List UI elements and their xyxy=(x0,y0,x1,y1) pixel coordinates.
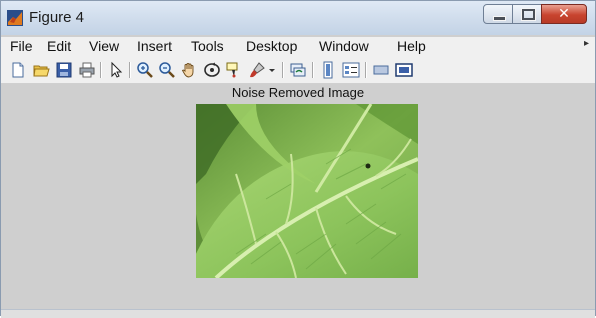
window-title: Figure 4 xyxy=(29,9,85,26)
hide-plot-tools-icon[interactable] xyxy=(372,61,390,79)
open-file-icon[interactable] xyxy=(32,61,50,79)
edit-plot-arrow-icon[interactable] xyxy=(107,61,125,79)
matlab-logo-icon xyxy=(7,10,23,26)
new-figure-icon[interactable] xyxy=(9,61,27,79)
minimize-icon xyxy=(493,16,506,21)
brush-icon[interactable] xyxy=(248,61,266,79)
menu-tools[interactable]: Tools xyxy=(191,38,224,54)
menu-view[interactable]: View xyxy=(89,38,119,54)
figure-toolbar xyxy=(1,57,595,84)
colorbar-icon[interactable] xyxy=(319,61,337,79)
toolbar-separator xyxy=(282,62,283,78)
save-icon[interactable] xyxy=(55,61,73,79)
close-button[interactable]: ✕ xyxy=(541,4,587,24)
menu-window[interactable]: Window xyxy=(319,38,369,54)
axes-title: Noise Removed Image xyxy=(231,85,365,100)
menu-desktop[interactable]: Desktop xyxy=(246,38,297,54)
rotate-3d-icon[interactable] xyxy=(203,61,221,79)
minimize-button[interactable] xyxy=(483,4,513,24)
print-icon[interactable] xyxy=(78,61,96,79)
menu-help[interactable]: Help xyxy=(397,38,426,54)
toolbar-separator xyxy=(365,62,366,78)
legend-icon[interactable] xyxy=(342,61,360,79)
toolbar-separator xyxy=(129,62,130,78)
menu-insert[interactable]: Insert xyxy=(137,38,172,54)
show-plot-tools-icon[interactable] xyxy=(395,61,413,79)
toolbar-separator xyxy=(312,62,313,78)
menu-bar: File Edit View Insert Tools Desktop Wind… xyxy=(1,37,595,57)
zoom-in-icon[interactable] xyxy=(136,61,154,79)
window-controls: ✕ xyxy=(483,4,587,26)
toolbar-separator xyxy=(100,62,101,78)
image-axes[interactable] xyxy=(196,104,418,278)
brush-dropdown-icon[interactable] xyxy=(267,61,277,79)
menu-overflow-arrow-icon[interactable]: ▸ xyxy=(584,38,589,49)
maximize-button[interactable] xyxy=(512,4,542,24)
figure-window: Figure 4 ✕ File Edit View Insert Tools D… xyxy=(0,0,596,318)
window-bottom-edge xyxy=(1,309,595,318)
pan-hand-icon[interactable] xyxy=(180,61,198,79)
link-plot-icon[interactable] xyxy=(289,61,307,79)
menu-file[interactable]: File xyxy=(10,38,33,54)
maximize-icon xyxy=(522,9,535,20)
data-cursor-icon[interactable] xyxy=(225,61,243,79)
close-icon: ✕ xyxy=(558,6,570,22)
zoom-out-icon[interactable] xyxy=(158,61,176,79)
leaf-image xyxy=(196,104,418,278)
menu-edit[interactable]: Edit xyxy=(47,38,71,54)
title-bar[interactable]: Figure 4 ✕ xyxy=(1,1,595,35)
